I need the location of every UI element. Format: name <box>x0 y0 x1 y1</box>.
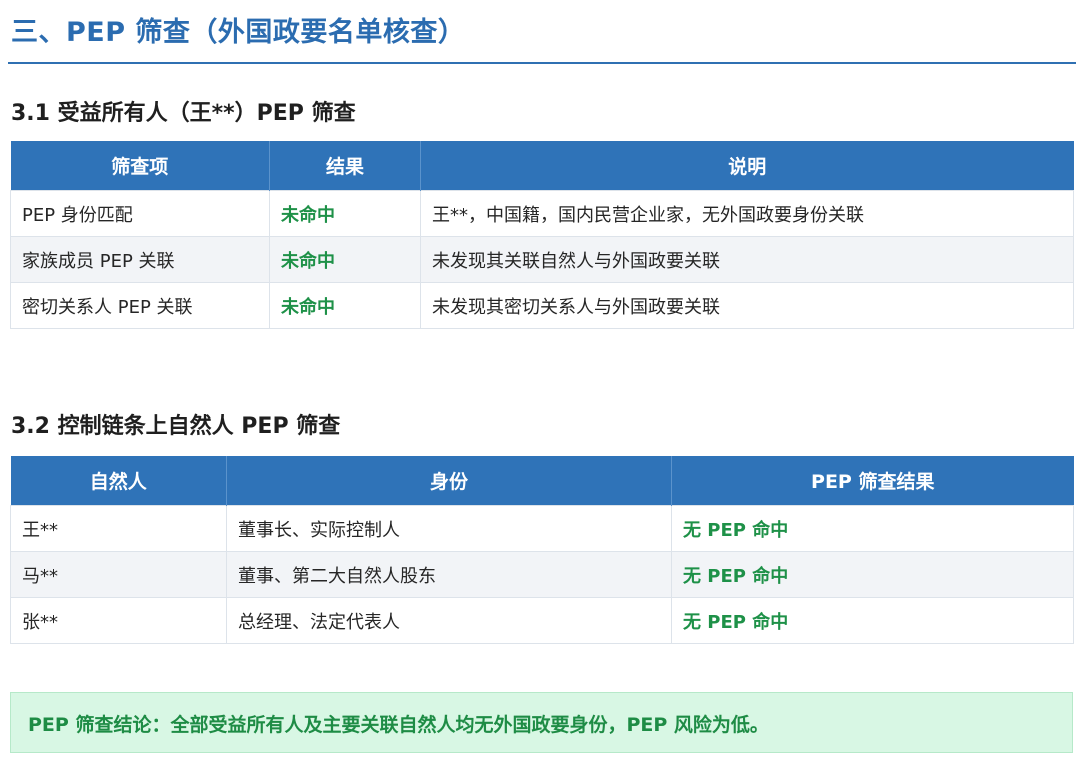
cell-item: 家族成员 PEP 关联 <box>10 236 270 283</box>
column-header-person: 自然人 <box>10 456 227 506</box>
cell-note: 王**，中国籍，国内民营企业家，无外国政要身份关联 <box>420 190 1074 237</box>
table-header-row: 自然人 身份 PEP 筛查结果 <box>10 456 1074 506</box>
table-row: 张** 总经理、法定代表人 无 PEP 命中 <box>10 597 1074 644</box>
cell-note: 未发现其关联自然人与外国政要关联 <box>420 236 1074 283</box>
column-header-role: 身份 <box>226 456 672 506</box>
beneficial-owner-pep-table: 筛查项 结果 说明 PEP 身份匹配 未命中 王**，中国籍，国内民营企业家，无… <box>10 141 1074 329</box>
cell-pep-result: 无 PEP 命中 <box>671 597 1074 644</box>
column-header-pep-result: PEP 筛查结果 <box>671 456 1074 506</box>
cell-item: 密切关系人 PEP 关联 <box>10 282 270 329</box>
cell-result: 未命中 <box>269 190 421 237</box>
cell-item: PEP 身份匹配 <box>10 190 270 237</box>
report-page: 三、PEP 筛查（外国政要名单核查） 3.1 受益所有人（王**）PEP 筛查 … <box>0 0 1080 758</box>
subsection-title-control-chain: 3.2 控制链条上自然人 PEP 筛查 <box>11 414 341 439</box>
cell-result: 未命中 <box>269 282 421 329</box>
conclusion-box: PEP 筛查结论：全部受益所有人及主要关联自然人均无外国政要身份，PEP 风险为… <box>10 692 1073 753</box>
section-title: 三、PEP 筛查（外国政要名单核查） <box>11 17 466 48</box>
cell-role: 总经理、法定代表人 <box>226 597 672 644</box>
cell-person: 马** <box>10 551 227 598</box>
conclusion-text: PEP 筛查结论：全部受益所有人及主要关联自然人均无外国政要身份，PEP 风险为… <box>28 714 769 736</box>
table-row: 马** 董事、第二大自然人股东 无 PEP 命中 <box>10 551 1074 598</box>
cell-role: 董事、第二大自然人股东 <box>226 551 672 598</box>
control-chain-pep-table: 自然人 身份 PEP 筛查结果 王** 董事长、实际控制人 无 PEP 命中 马… <box>10 456 1074 644</box>
cell-pep-result: 无 PEP 命中 <box>671 551 1074 598</box>
cell-role: 董事长、实际控制人 <box>226 505 672 552</box>
section-divider <box>8 62 1076 64</box>
table-row: PEP 身份匹配 未命中 王**，中国籍，国内民营企业家，无外国政要身份关联 <box>10 190 1074 237</box>
column-header-note: 说明 <box>420 141 1074 191</box>
cell-result: 未命中 <box>269 236 421 283</box>
cell-person: 王** <box>10 505 227 552</box>
table-row: 王** 董事长、实际控制人 无 PEP 命中 <box>10 505 1074 552</box>
subsection-title-beneficial-owner: 3.1 受益所有人（王**）PEP 筛查 <box>11 101 356 126</box>
table-row: 密切关系人 PEP 关联 未命中 未发现其密切关系人与外国政要关联 <box>10 282 1074 329</box>
cell-person: 张** <box>10 597 227 644</box>
cell-pep-result: 无 PEP 命中 <box>671 505 1074 552</box>
column-header-item: 筛查项 <box>10 141 270 191</box>
cell-note: 未发现其密切关系人与外国政要关联 <box>420 282 1074 329</box>
table-row: 家族成员 PEP 关联 未命中 未发现其关联自然人与外国政要关联 <box>10 236 1074 283</box>
table-header-row: 筛查项 结果 说明 <box>10 141 1074 191</box>
column-header-result: 结果 <box>269 141 421 191</box>
